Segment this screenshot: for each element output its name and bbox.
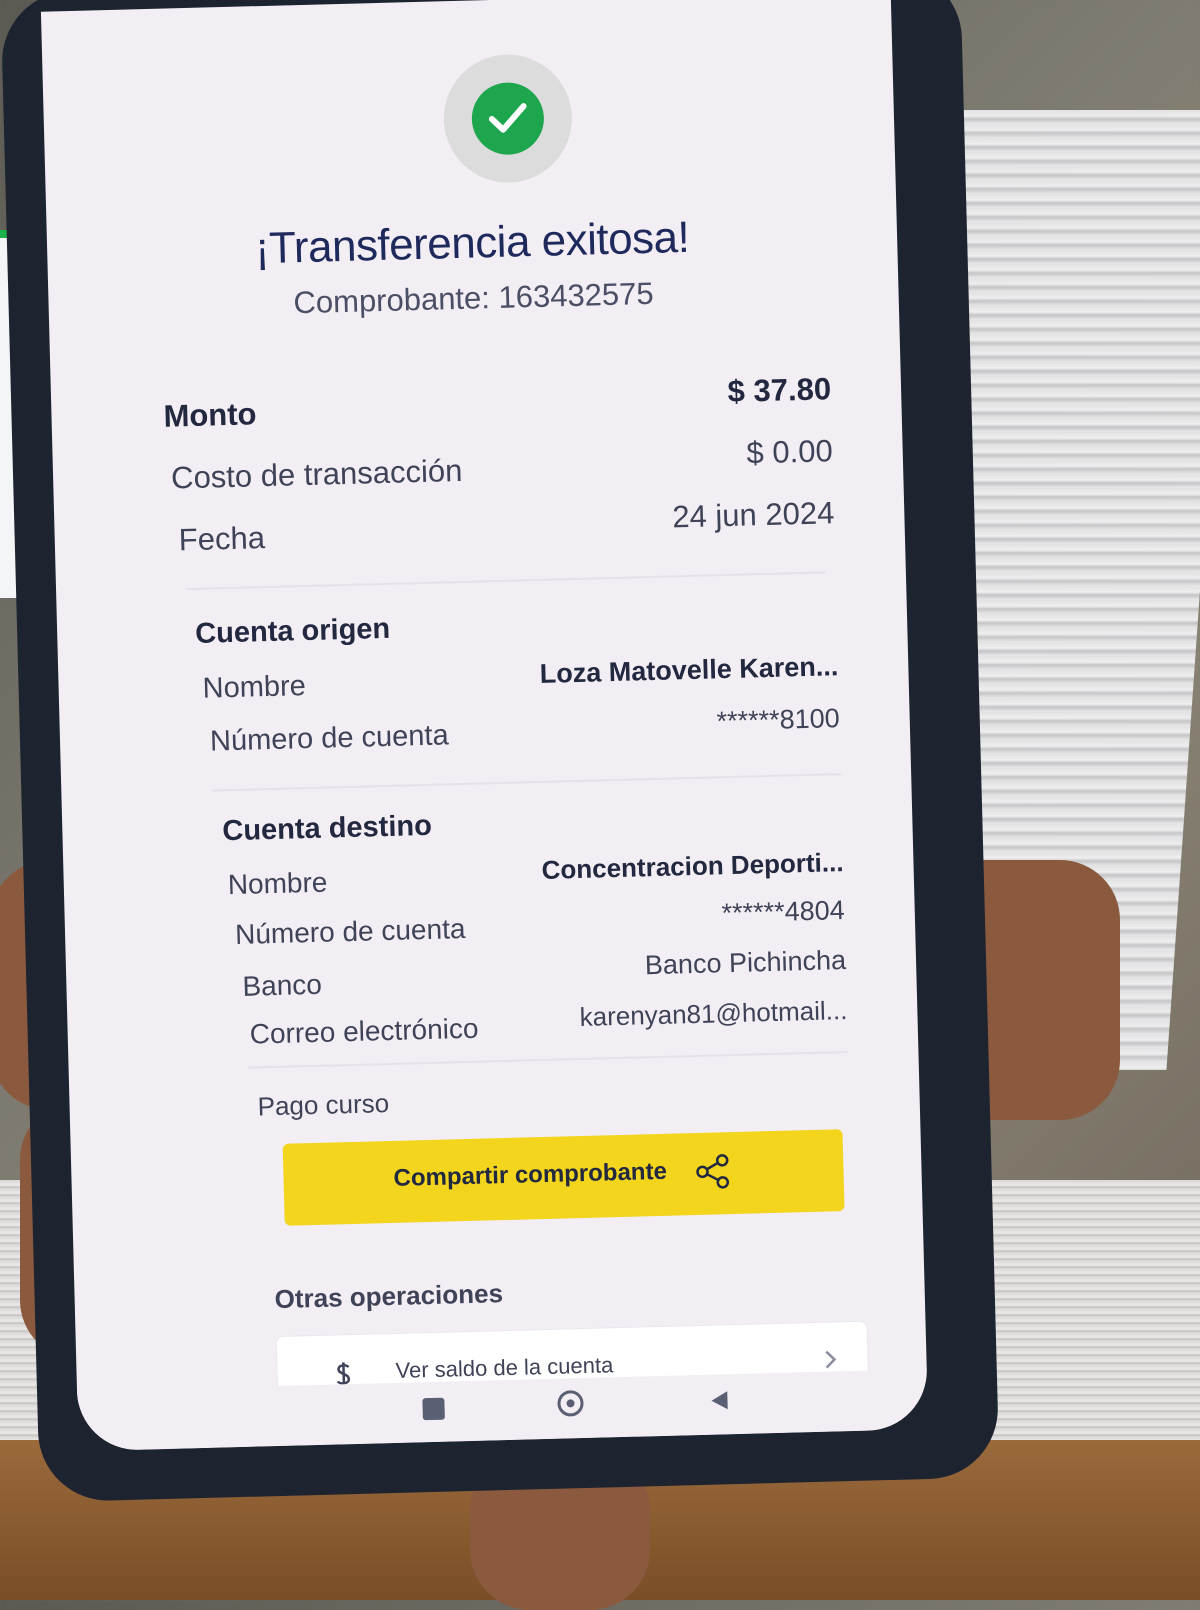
success-badge: [442, 52, 574, 185]
destination-name-value: Concentracion Deporti...: [541, 847, 844, 885]
date-label: Fecha: [178, 520, 266, 558]
back-icon[interactable]: [707, 1388, 732, 1417]
destination-email-value: karenyan81@hotmail...: [579, 995, 848, 1033]
origin-account-label: Número de cuenta: [209, 719, 450, 758]
amount-label: Monto: [163, 396, 257, 434]
destination-bank-value: Banco Pichincha: [644, 945, 847, 981]
origin-account-value: ******8100: [716, 703, 841, 737]
fee-value: $ 0.00: [746, 433, 834, 471]
share-voucher-button[interactable]: Compartir comprobante: [282, 1129, 845, 1226]
recents-icon[interactable]: [422, 1397, 445, 1421]
destination-account-label: Número de cuenta: [234, 912, 466, 950]
divider: [186, 571, 826, 591]
page-title: ¡Transferencia exitosa!: [254, 212, 690, 274]
other-operations-title: Otras operaciones: [274, 1278, 504, 1315]
system-nav-bar: [77, 1369, 929, 1452]
fee-label: Costo de transacción: [170, 452, 463, 496]
origin-name-value: Loza Matovelle Karen...: [539, 651, 839, 689]
divider: [248, 1050, 849, 1069]
home-icon[interactable]: [557, 1390, 584, 1417]
amount-value: $ 37.80: [727, 371, 832, 409]
origin-name-label: Nombre: [202, 670, 307, 705]
phone: ¡Transferencia exitosa! Comprobante: 163…: [0, 0, 1000, 1503]
divider: [211, 773, 842, 792]
check-icon: [470, 81, 545, 156]
destination-section-title: Cuenta destino: [222, 809, 433, 848]
share-button-label: Compartir comprobante: [393, 1157, 668, 1192]
phone-screen: ¡Transferencia exitosa! Comprobante: 163…: [40, 0, 929, 1452]
destination-bank-label: Banco: [242, 968, 323, 1002]
date-value: 24 jun 2024: [671, 495, 835, 535]
destination-email-label: Correo electrónico: [249, 1012, 479, 1050]
destination-account-value: ******4804: [721, 895, 846, 929]
destination-name-label: Nombre: [227, 866, 328, 901]
origin-section-title: Cuenta origen: [194, 612, 391, 650]
voucher-number: Comprobante: 163432575: [293, 275, 655, 321]
description-text: Pago curso: [257, 1088, 390, 1122]
share-icon: [693, 1152, 732, 1195]
